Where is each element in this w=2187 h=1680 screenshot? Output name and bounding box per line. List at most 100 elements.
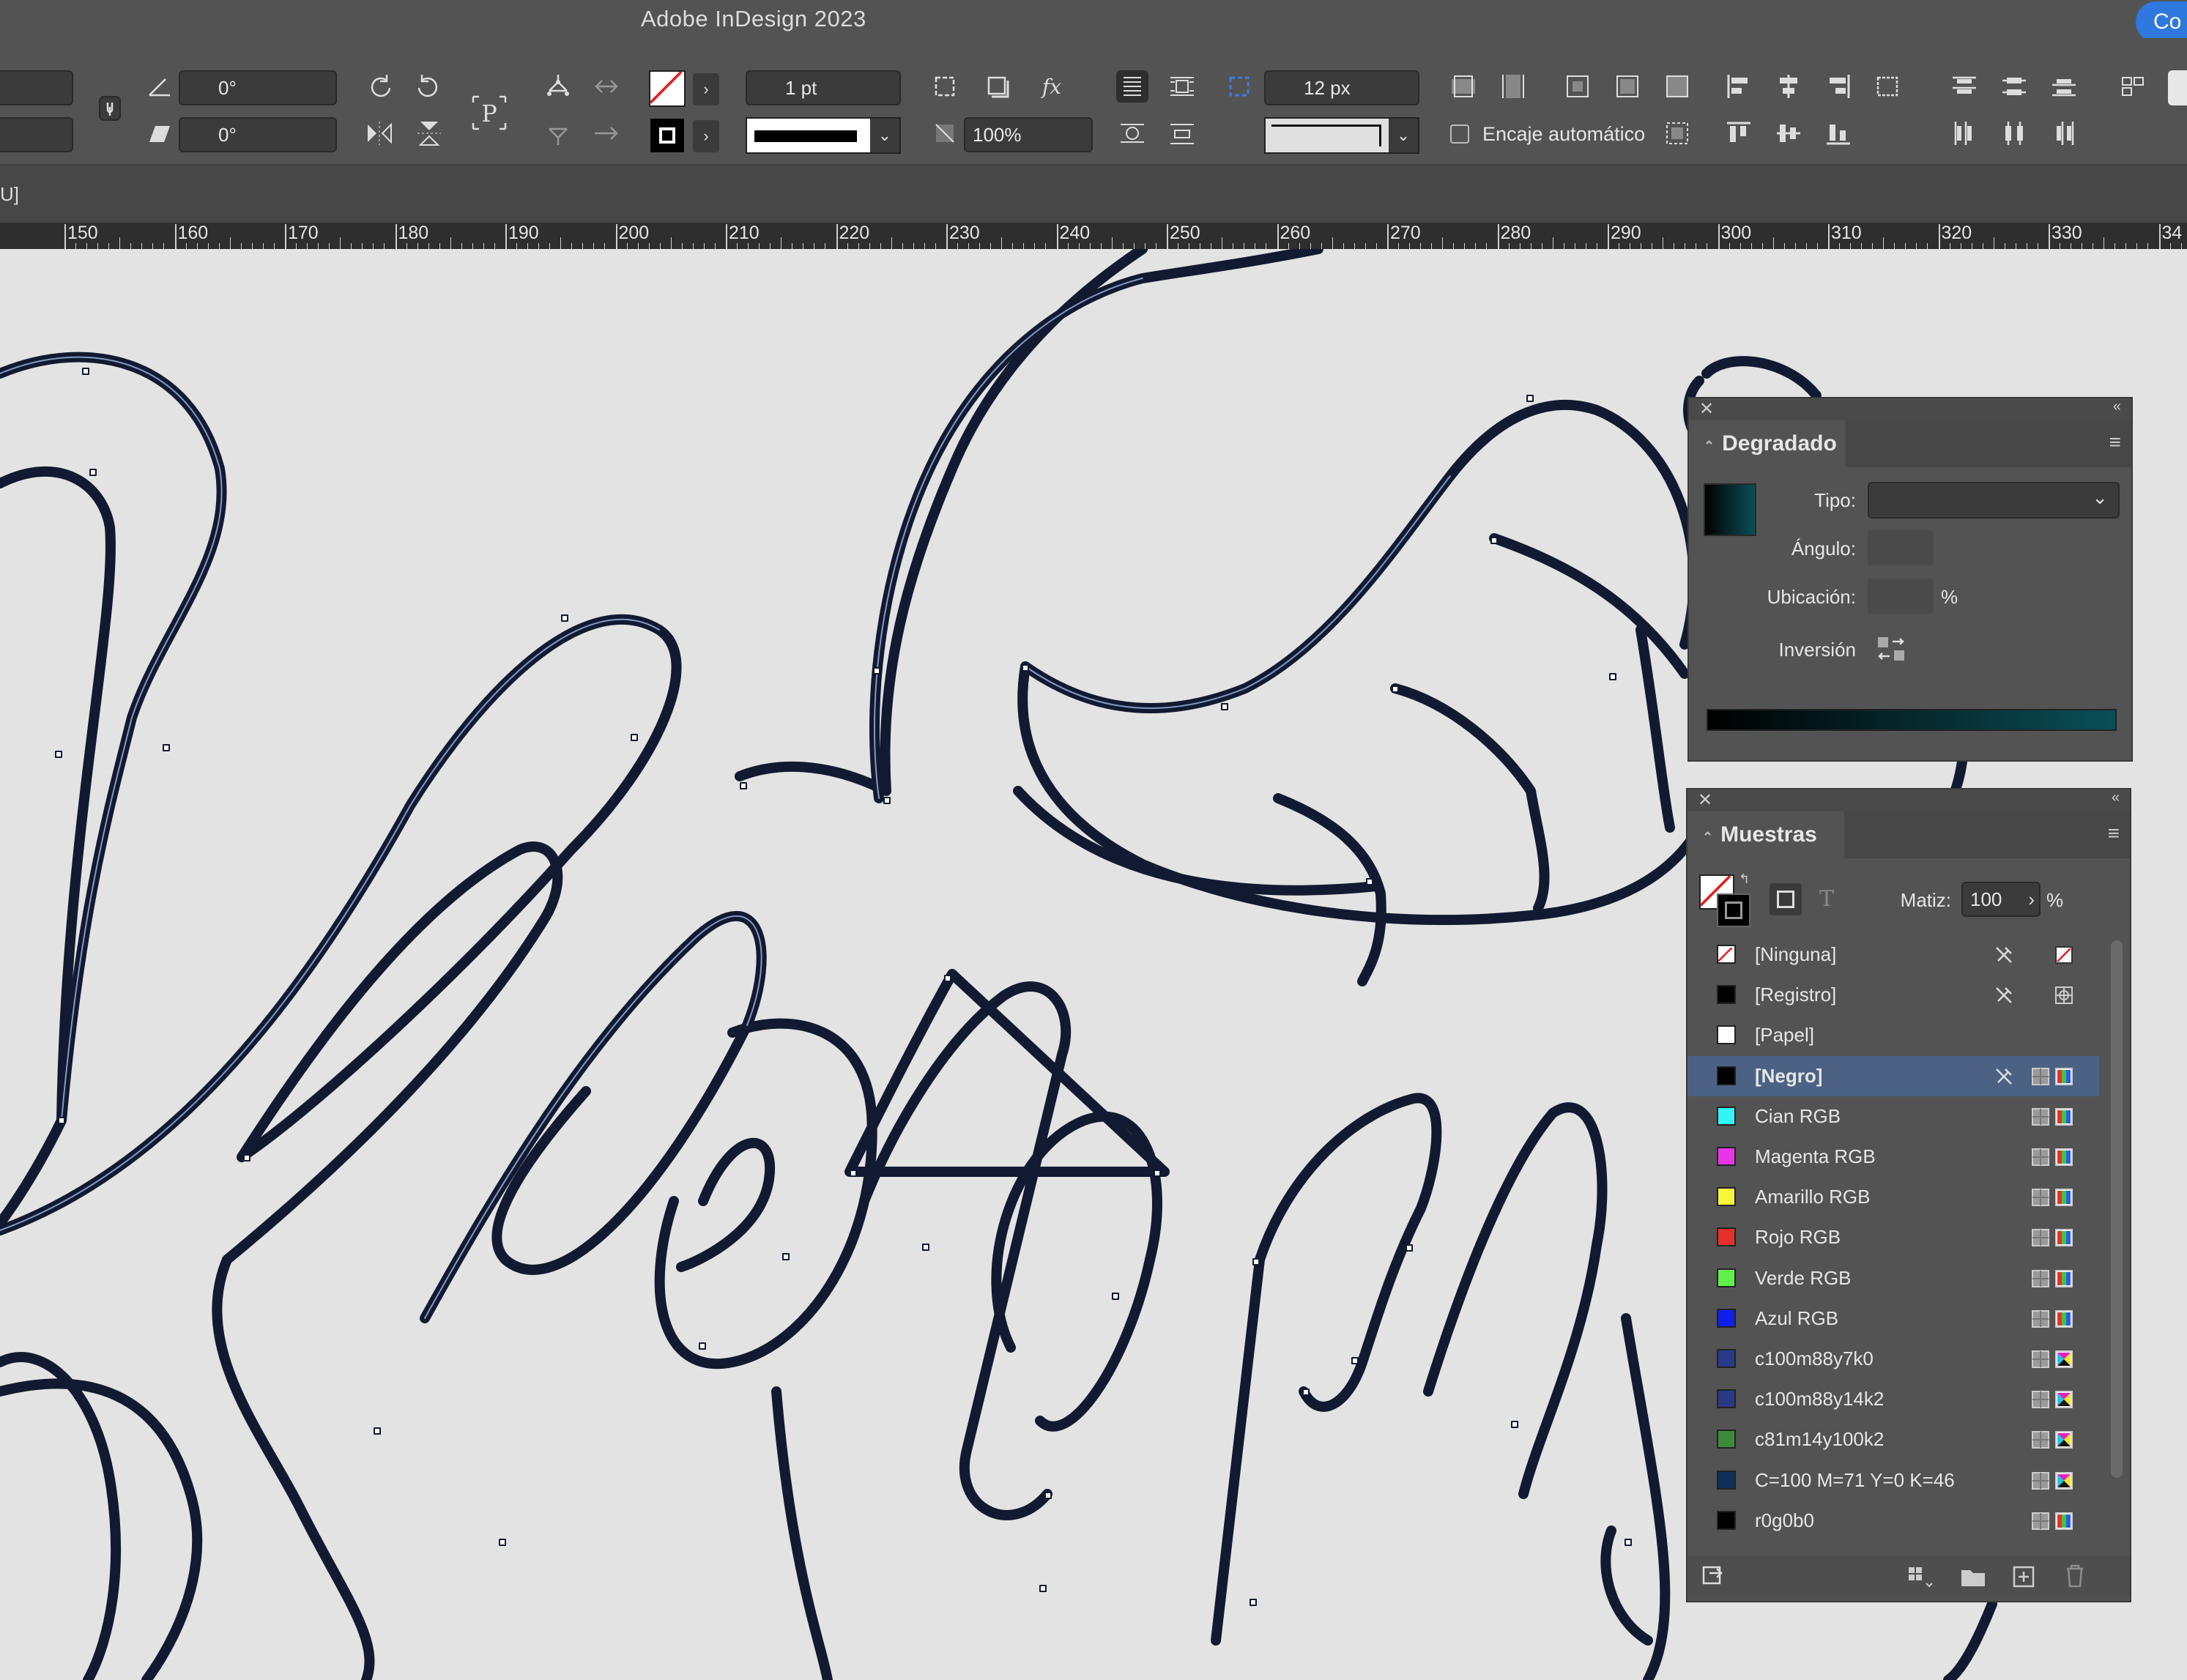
shear-angle-field[interactable]: 0°: [179, 117, 337, 152]
fill-stroke-proxy[interactable]: ↰: [1699, 871, 1755, 930]
tab-gradient[interactable]: ⌃ Degradado: [1689, 420, 1846, 467]
swatch-row[interactable]: Azul RGB: [1687, 1298, 2099, 1339]
collapse-icon[interactable]: «: [2113, 398, 2121, 415]
stroke-weight-field[interactable]: 1 pt: [746, 70, 901, 105]
swatch-row[interactable]: Magenta RGB: [1687, 1137, 2099, 1177]
rotate-counterclockwise-icon[interactable]: [413, 70, 445, 103]
angle-field[interactable]: [1868, 530, 1934, 565]
quick-actions-icon[interactable]: [2117, 70, 2149, 103]
document-tab[interactable]: U]: [0, 166, 29, 223]
fill-menu-chevron[interactable]: ›: [693, 73, 719, 105]
swatch-row[interactable]: r0g0b0: [1687, 1501, 2099, 1541]
close-icon[interactable]: ✕: [1699, 398, 1714, 420]
swatch-row[interactable]: [Papel]: [1687, 1015, 2099, 1055]
constrain-link-icon[interactable]: [94, 92, 126, 124]
swatch-list-scrollbar[interactable]: [2111, 940, 2123, 1478]
formatting-affects-text-icon[interactable]: T: [1813, 883, 1840, 915]
distribute-right-icon[interactable]: [2048, 117, 2080, 149]
tint-field[interactable]: 100 ›: [1961, 882, 2041, 917]
panel-menu-icon[interactable]: ≡: [2109, 431, 2121, 454]
stroke-type-dropdown[interactable]: ⌄: [746, 117, 901, 154]
new-color-group-icon[interactable]: [1960, 1564, 1986, 1589]
align-right-edges-icon[interactable]: [1822, 70, 1854, 103]
align-to-selection-icon[interactable]: [1872, 70, 1904, 103]
ruler-minor-tick: [340, 237, 341, 249]
corner-size-field[interactable]: 12 px: [1264, 70, 1419, 105]
stroke-swatch[interactable]: [649, 117, 686, 154]
swatch-row[interactable]: c100m88y7k0: [1687, 1339, 2099, 1379]
location-field[interactable]: [1868, 579, 1934, 614]
distribute-left-icon[interactable]: [1948, 117, 1980, 149]
swatch-row[interactable]: Verde RGB: [1687, 1258, 2099, 1298]
panel-toggle-button[interactable]: [2168, 70, 2187, 105]
gradient-ramp[interactable]: [1707, 709, 2117, 731]
reverse-gradient-icon[interactable]: [1875, 633, 1907, 665]
content-aware-fit-icon[interactable]: [1661, 117, 1693, 149]
distribute-bottom-icon[interactable]: [2048, 70, 2080, 103]
auto-fit-checkbox[interactable]: [1450, 124, 1469, 144]
distribute-top-icon[interactable]: [1948, 70, 1980, 103]
stroke-proxy[interactable]: [1717, 893, 1750, 927]
select-content-icon[interactable]: [542, 117, 574, 149]
gradient-preview-swatch[interactable]: [1704, 483, 1756, 536]
type-dropdown[interactable]: ⌄: [1868, 482, 2120, 519]
swatch-row[interactable]: c81m14y100k2: [1687, 1419, 2099, 1460]
corner-shape-dropdown[interactable]: ⌄: [1264, 117, 1419, 154]
select-previous-object-icon[interactable]: [542, 70, 574, 103]
flip-vertical-icon[interactable]: [413, 117, 445, 149]
swap-fill-stroke-icon[interactable]: ↰: [1739, 871, 1750, 887]
effects-fx-icon[interactable]: fx: [1036, 70, 1068, 103]
show-swatch-kinds-icon[interactable]: [1907, 1564, 1934, 1589]
opacity-field[interactable]: 100%: [964, 117, 1093, 152]
select-next-object-icon[interactable]: [590, 70, 623, 103]
text-wrap-none-icon[interactable]: [1116, 70, 1148, 103]
reference-y-field[interactable]: [0, 117, 73, 152]
text-wrap-jump-icon[interactable]: [1166, 117, 1198, 149]
corner-options-icon[interactable]: [1223, 70, 1255, 103]
ruler-minor-tick: [1364, 243, 1366, 249]
swatch-row[interactable]: c100m88y14k2: [1687, 1379, 2099, 1419]
stroke-menu-chevron[interactable]: ›: [693, 120, 719, 152]
swatch-row[interactable]: C=100 M=71 Y=0 K=46: [1687, 1460, 2099, 1501]
collapse-icon[interactable]: «: [2112, 789, 2120, 806]
swatch-row[interactable]: [Ninguna]: [1687, 934, 2099, 975]
share-button[interactable]: Co: [2136, 1, 2187, 42]
text-wrap-shape-icon[interactable]: [1116, 117, 1148, 149]
align-top-edges-icon[interactable]: [1723, 117, 1755, 149]
fit-content-proportionally-icon[interactable]: [1447, 70, 1479, 103]
align-bottom-edges-icon[interactable]: [1822, 117, 1854, 149]
tint-menu-chevron[interactable]: ›: [2028, 883, 2035, 915]
rotate-clockwise-icon[interactable]: [363, 70, 396, 103]
select-container-icon[interactable]: P: [469, 92, 510, 133]
delete-swatch-icon[interactable]: [2062, 1563, 2087, 1589]
drop-shadow-icon[interactable]: [981, 70, 1014, 103]
text-wrap-bounding-box-icon[interactable]: [1166, 70, 1198, 103]
align-left-edges-icon[interactable]: [1723, 70, 1755, 103]
distribute-horizontal-centers-icon[interactable]: [1998, 117, 2030, 149]
distribute-vertical-centers-icon[interactable]: [1998, 70, 2030, 103]
swatch-row[interactable]: Cian RGB: [1687, 1096, 2099, 1137]
tab-swatches[interactable]: ⌃ Muestras: [1687, 811, 1844, 858]
select-child-icon[interactable]: [590, 117, 623, 149]
align-horizontal-centers-icon[interactable]: [1772, 70, 1805, 103]
formatting-affects-container-icon[interactable]: [1770, 883, 1802, 915]
align-vertical-centers-icon[interactable]: [1772, 117, 1805, 149]
swatch-row[interactable]: Amarillo RGB: [1687, 1177, 2099, 1217]
fit-frame-to-content-icon[interactable]: [1497, 70, 1529, 103]
rotate-angle-field[interactable]: 0°: [179, 70, 337, 105]
reference-x-field[interactable]: [0, 70, 73, 105]
fit-content-to-frame-icon[interactable]: [1661, 70, 1693, 103]
close-icon[interactable]: ✕: [1698, 789, 1712, 811]
fit-frame-icon[interactable]: [929, 70, 961, 103]
swatch-row[interactable]: Rojo RGB: [1687, 1217, 2099, 1257]
new-swatch-icon[interactable]: [2011, 1564, 2036, 1589]
flip-horizontal-icon[interactable]: [363, 117, 396, 149]
add-selected-to-cc-library-icon[interactable]: [1701, 1563, 1726, 1588]
panel-menu-icon[interactable]: ≡: [2108, 822, 2120, 845]
fill-frame-proportionally-icon[interactable]: [1611, 70, 1644, 103]
swatch-row[interactable]: [Negro]: [1687, 1055, 2099, 1096]
center-content-icon[interactable]: [1562, 70, 1594, 103]
fill-none-swatch[interactable]: [649, 70, 686, 107]
swatch-row[interactable]: [Registro]: [1687, 975, 2099, 1015]
horizontal-ruler[interactable]: 150 160 170 180 190 200 210 220 230 240 250 260 270 2…: [0, 223, 2187, 249]
